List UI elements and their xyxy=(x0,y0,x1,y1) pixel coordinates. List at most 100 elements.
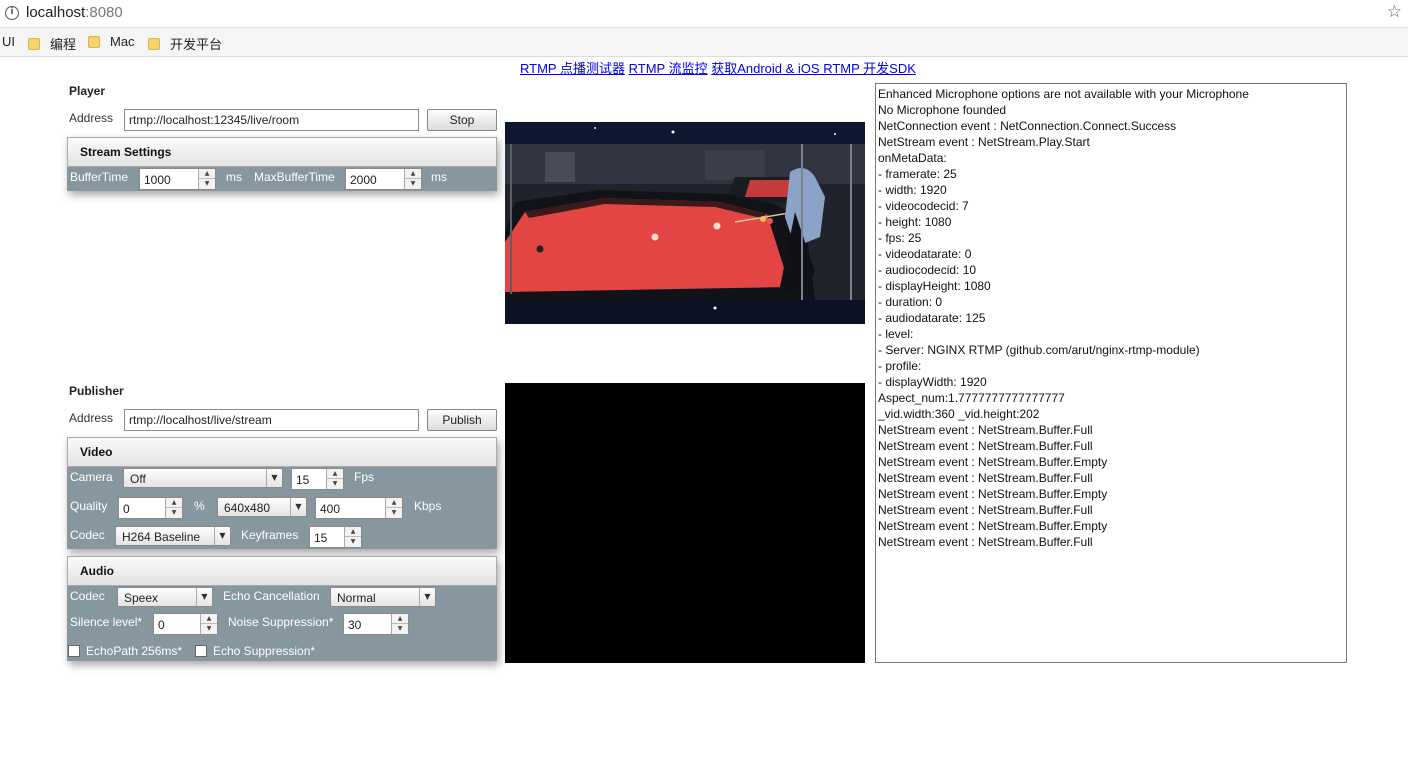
bookmarks-bar: UI 编程 Mac 开发平台 xyxy=(0,28,1408,57)
log-line: - videodatarate: 0 xyxy=(878,247,972,261)
down-arrow-icon[interactable]: ▼ xyxy=(405,179,421,189)
silence-level-label: Silence level* xyxy=(70,615,143,629)
up-arrow-icon[interactable]: ▲ xyxy=(386,498,402,508)
player-address-input[interactable]: rtmp://localhost:12345/live/room xyxy=(124,109,419,131)
up-arrow-icon[interactable]: ▲ xyxy=(201,614,217,624)
up-arrow-icon[interactable]: ▲ xyxy=(405,169,421,179)
down-arrow-icon[interactable]: ▼ xyxy=(392,624,408,634)
noise-suppression-label: Noise Suppression* xyxy=(228,615,334,629)
log-line: - duration: 0 xyxy=(878,295,943,309)
publisher-address-label: Address xyxy=(69,411,114,425)
bookmark-star-icon[interactable]: ☆ xyxy=(1387,2,1402,22)
event-log[interactable]: Enhanced Microphone options are not avai… xyxy=(875,83,1347,663)
down-arrow-icon[interactable]: ▼ xyxy=(327,479,343,489)
echopath-label: EchoPath 256ms* xyxy=(86,644,183,658)
down-arrow-icon[interactable]: ▼ xyxy=(345,537,361,547)
ms-label: ms xyxy=(431,170,447,184)
bookmark-programming[interactable]: 编程 xyxy=(28,34,76,53)
echo-cancellation-select[interactable]: Normal ▼ xyxy=(330,587,436,607)
kbps-label: Kbps xyxy=(414,499,442,513)
audio-codec-label: Codec xyxy=(70,589,105,603)
link-sdk[interactable]: 获取Android & iOS RTMP 开发SDK xyxy=(711,61,916,76)
percent-label: % xyxy=(194,499,205,513)
fps-stepper[interactable]: 15 ▲ ▼ xyxy=(291,468,344,490)
echo-suppression-label: Echo Suppression* xyxy=(213,644,316,658)
log-line: Enhanced Microphone options are not avai… xyxy=(878,87,1249,101)
bitrate-stepper[interactable]: 400 ▲ ▼ xyxy=(315,497,403,519)
up-arrow-icon[interactable]: ▲ xyxy=(345,527,361,537)
up-arrow-icon[interactable]: ▲ xyxy=(392,614,408,624)
chevron-down-icon: ▼ xyxy=(266,469,282,487)
log-line: NetStream event : NetStream.Buffer.Full xyxy=(878,503,1093,517)
address-bar[interactable]: i localhost:8080 ☆ xyxy=(0,0,1408,28)
bookmark-mac[interactable]: Mac xyxy=(88,34,135,49)
down-arrow-icon[interactable]: ▼ xyxy=(166,508,182,518)
ms-label: ms xyxy=(226,170,242,184)
folder-icon xyxy=(88,35,100,48)
audio-title: Audio xyxy=(67,556,497,586)
down-arrow-icon[interactable]: ▼ xyxy=(199,179,215,189)
folder-icon xyxy=(148,37,160,50)
up-arrow-icon[interactable]: ▲ xyxy=(199,169,215,179)
down-arrow-icon[interactable]: ▼ xyxy=(386,508,402,518)
info-icon[interactable]: i xyxy=(5,6,19,20)
resolution-select[interactable]: 640x480 ▼ xyxy=(217,497,307,517)
camera-select[interactable]: Off ▼ xyxy=(123,468,283,488)
maxbuffertime-label: MaxBufferTime xyxy=(254,170,335,184)
echo-suppression-checkbox[interactable] xyxy=(195,645,207,657)
top-links: RTMP 点播测试器 RTMP 流监控 获取Android & iOS RTMP… xyxy=(520,58,916,77)
player-video[interactable] xyxy=(505,122,865,324)
log-line: - framerate: 25 xyxy=(878,167,957,181)
maxbuffertime-stepper[interactable]: 2000 ▲ ▼ xyxy=(345,168,422,190)
publisher-address-input[interactable]: rtmp://localhost/live/stream xyxy=(124,409,419,431)
buffertime-label: BufferTime xyxy=(70,170,129,184)
log-line: NetStream event : NetStream.Play.Start xyxy=(878,135,1090,149)
silence-level-stepper[interactable]: 0 ▲ ▼ xyxy=(153,613,218,635)
chevron-down-icon: ▼ xyxy=(214,527,230,545)
log-line: - level: xyxy=(878,327,914,341)
chevron-down-icon: ▼ xyxy=(196,588,212,606)
billiards-video-frame xyxy=(505,122,865,324)
log-line: _vid.width:360 _vid.height:202 xyxy=(878,407,1040,421)
publisher-title: Publisher xyxy=(69,384,124,398)
log-line: NetStream event : NetStream.Buffer.Empty xyxy=(878,519,1108,533)
down-arrow-icon[interactable]: ▼ xyxy=(201,624,217,634)
video-settings-panel: Video Camera Off ▼ 15 ▲ ▼ Fps Quality 0 ▲… xyxy=(67,437,497,549)
echopath-checkbox[interactable] xyxy=(68,645,80,657)
video-codec-select[interactable]: H264 Baseline ▼ xyxy=(115,526,231,546)
bookmark-dev-platform[interactable]: 开发平台 xyxy=(148,34,222,53)
buffertime-stepper[interactable]: 1000 ▲ ▼ xyxy=(139,168,216,190)
up-arrow-icon[interactable]: ▲ xyxy=(327,469,343,479)
player-address-label: Address xyxy=(69,111,114,125)
noise-suppression-stepper[interactable]: 30 ▲ ▼ xyxy=(343,613,409,635)
link-stream-monitor[interactable]: RTMP 流监控 xyxy=(629,61,708,76)
audio-codec-select[interactable]: Speex ▼ xyxy=(117,587,213,607)
log-line: onMetaData: xyxy=(878,151,947,165)
log-line: NetStream event : NetStream.Buffer.Full xyxy=(878,535,1093,549)
chevron-down-icon: ▼ xyxy=(419,588,435,606)
publish-button[interactable]: Publish xyxy=(427,409,497,431)
stream-settings-panel: Stream Settings BufferTime 1000 ▲ ▼ ms Ma… xyxy=(67,137,497,191)
keyframes-stepper[interactable]: 15 ▲ ▼ xyxy=(309,526,362,548)
up-arrow-icon[interactable]: ▲ xyxy=(166,498,182,508)
log-line: - videocodecid: 7 xyxy=(878,199,969,213)
player-title: Player xyxy=(69,84,106,98)
quality-stepper[interactable]: 0 ▲ ▼ xyxy=(118,497,183,519)
quality-label: Quality xyxy=(70,499,108,513)
publisher-preview[interactable] xyxy=(505,383,865,663)
audio-settings-panel: Audio Codec Speex ▼ Echo Cancellation No… xyxy=(67,556,497,661)
stop-button[interactable]: Stop xyxy=(427,109,497,131)
log-line: - width: 1920 xyxy=(878,183,947,197)
log-line: NetStream event : NetStream.Buffer.Empty xyxy=(878,455,1108,469)
url-text[interactable]: localhost:8080 xyxy=(26,4,123,21)
log-line: - fps: 25 xyxy=(878,231,922,245)
bookmark-ui[interactable]: UI xyxy=(2,34,15,49)
link-vod-tester[interactable]: RTMP 点播测试器 xyxy=(520,61,625,76)
log-line: No Microphone founded xyxy=(878,103,1007,117)
log-line: - Server: NGINX RTMP (github.com/arut/ng… xyxy=(878,343,1200,357)
log-line: - profile: xyxy=(878,359,922,373)
keyframes-label: Keyframes xyxy=(241,528,299,542)
fps-label: Fps xyxy=(354,470,375,484)
log-line: NetStream event : NetStream.Buffer.Empty xyxy=(878,487,1108,501)
log-line: - audiodatarate: 125 xyxy=(878,311,986,325)
